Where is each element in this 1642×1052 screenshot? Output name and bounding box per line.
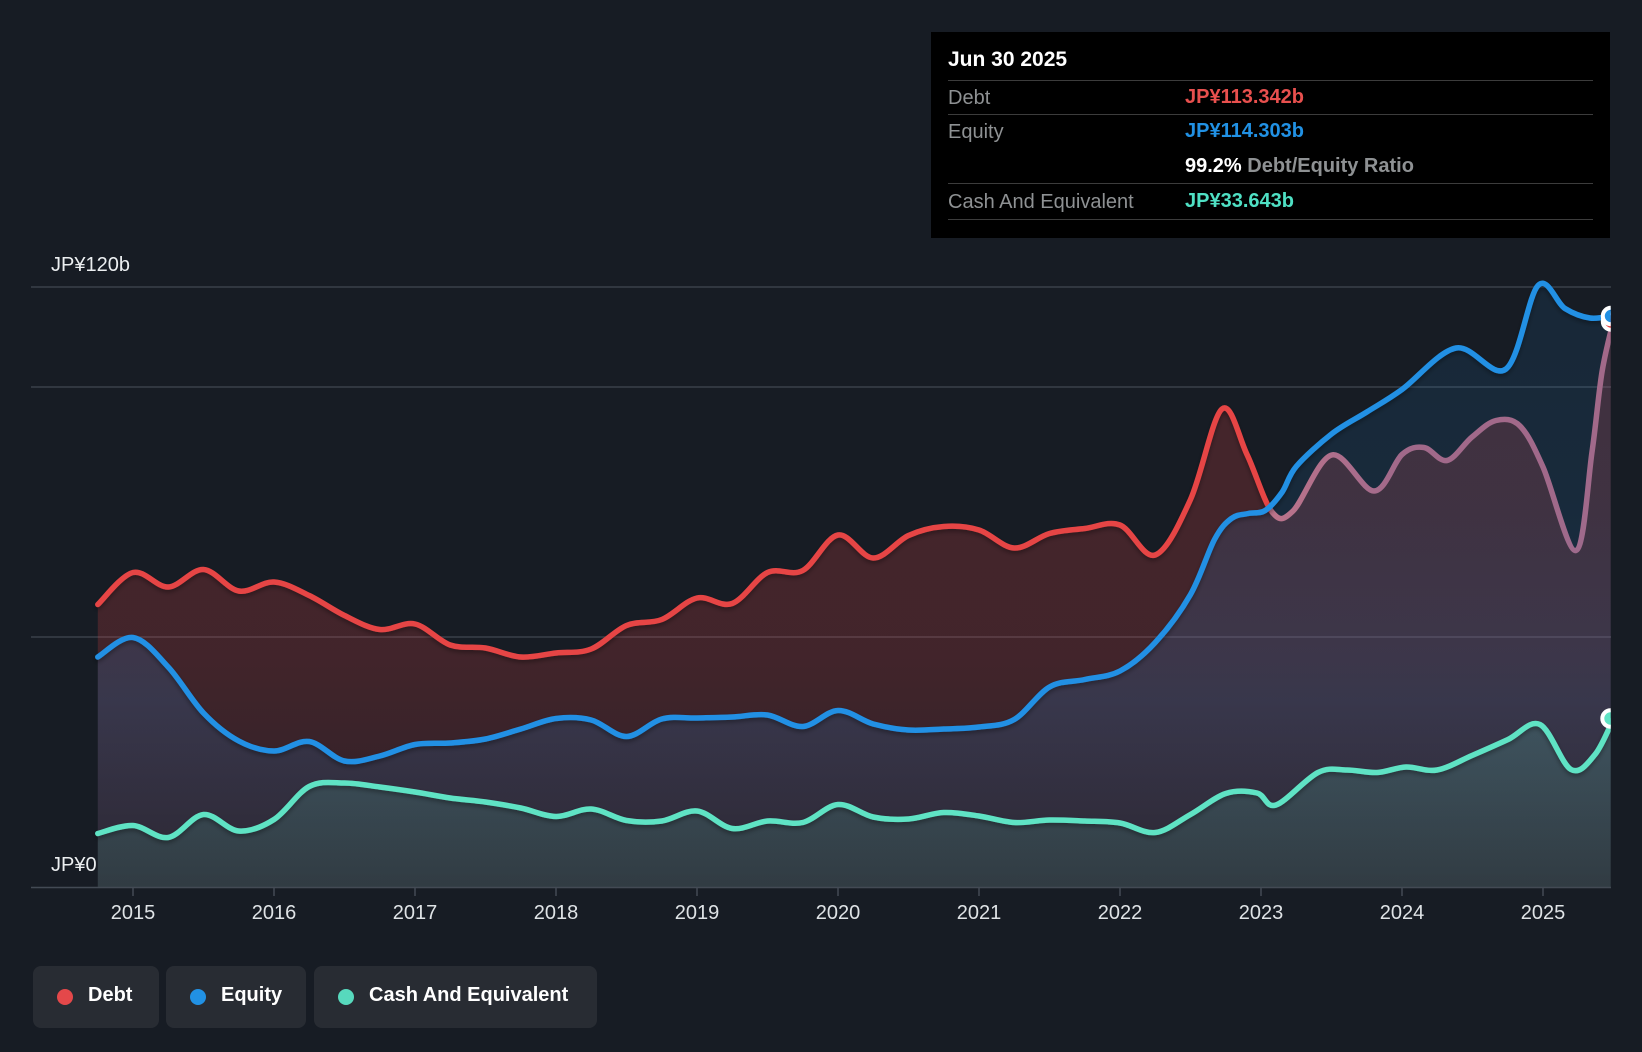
svg-text:2023: 2023 — [1239, 902, 1284, 924]
svg-text:2019: 2019 — [675, 902, 720, 924]
svg-text:2016: 2016 — [252, 902, 297, 924]
svg-text:2024: 2024 — [1380, 902, 1425, 924]
svg-text:2017: 2017 — [393, 902, 438, 924]
svg-text:2018: 2018 — [534, 902, 579, 924]
svg-text:JP¥120b: JP¥120b — [51, 254, 130, 276]
svg-text:2015: 2015 — [111, 902, 156, 924]
svg-text:2025: 2025 — [1521, 902, 1566, 924]
svg-text:2020: 2020 — [816, 902, 861, 924]
svg-text:2021: 2021 — [957, 902, 1002, 924]
svg-text:JP¥0: JP¥0 — [51, 854, 97, 876]
svg-text:2022: 2022 — [1098, 902, 1143, 924]
